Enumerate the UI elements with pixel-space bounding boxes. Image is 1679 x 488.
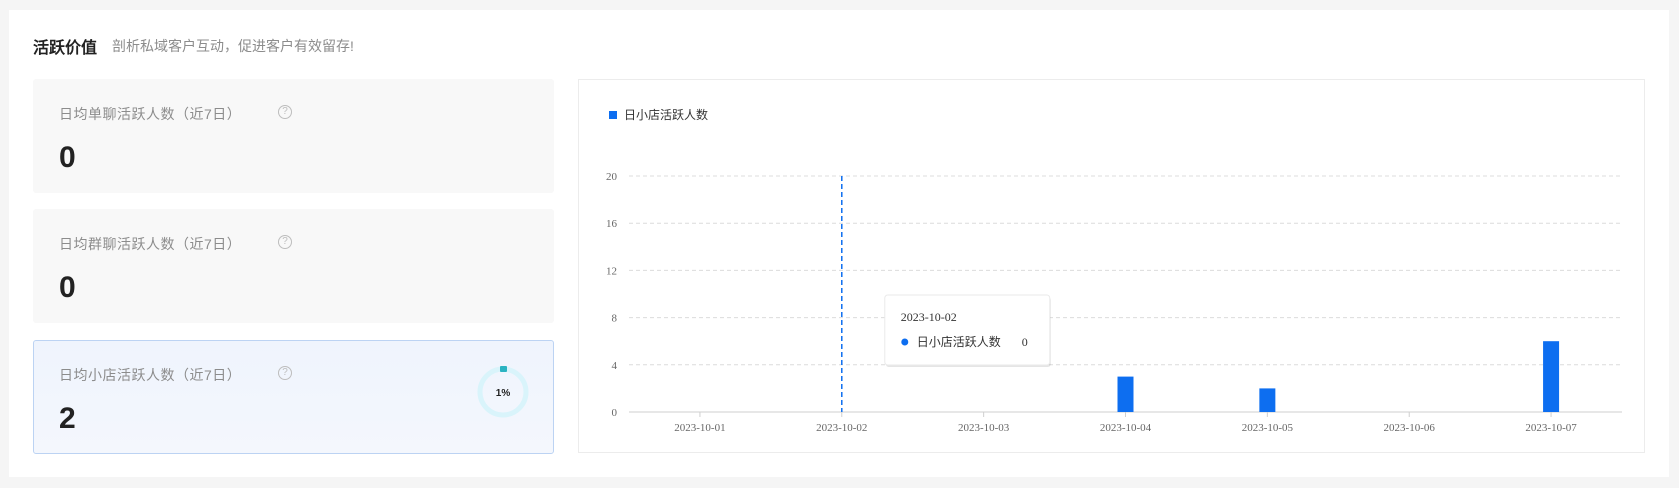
bar (1117, 376, 1134, 412)
stat-card-single-chat: 日均单聊活跃人数（近7日） ? 0 (33, 79, 554, 193)
tooltip-box (884, 294, 1051, 366)
help-icon[interactable]: ? (278, 235, 292, 249)
bar (1543, 341, 1560, 412)
help-icon[interactable]: ? (278, 366, 292, 380)
bar (1259, 388, 1276, 412)
y-tick-label: 4 (612, 360, 618, 372)
tooltip-title: 2023-10-02 (901, 310, 957, 324)
tooltip-series-label: 日小店活跃人数 (917, 334, 1001, 349)
stat-card-group-chat: 日均群聊活跃人数（近7日） ? 0 (33, 209, 554, 323)
section-subtitle: 剖析私域客户互动，促进客户有效留存! (112, 38, 354, 54)
x-tick-label: 2023-10-03 (958, 422, 1010, 434)
legend-label: 日小店活跃人数 (624, 107, 708, 122)
x-tick-label: 2023-10-07 (1525, 422, 1577, 434)
y-tick-label: 8 (612, 313, 618, 325)
shop-active-chart: 日小店活跃人数 0 4 8 12 16 20 2023-10-01 2023-10-02 2023… (578, 79, 1645, 453)
stat-card-label: 日均单聊活跃人数（近7日） (59, 106, 242, 122)
progress-ring-indicator (500, 366, 507, 372)
stat-card-label: 日均小店活跃人数（近7日） (59, 367, 242, 383)
stat-card-label: 日均群聊活跃人数（近7日） (59, 236, 242, 252)
y-tick-label: 20 (606, 171, 618, 183)
help-icon[interactable]: ? (278, 105, 292, 119)
bar-chart: 日小店活跃人数0481216202023-10-01 2023-10-02 2023… (606, 107, 1622, 434)
tooltip-marker (901, 338, 909, 346)
x-tick-label: 2023-10-06 (1384, 422, 1436, 434)
stat-card-value: 2 (59, 402, 76, 435)
progress-ring-label: 1% (496, 388, 511, 399)
section-title: 活跃价值 (33, 40, 98, 57)
stat-card-value: 0 (59, 271, 76, 304)
stat-card-shop[interactable]: 日均小店活跃人数（近7日） ? 2 1% (33, 340, 554, 454)
x-tick-label: 2023-10-02 (816, 422, 867, 434)
y-tick-label: 12 (606, 265, 617, 277)
y-tick-label: 0 (612, 407, 618, 419)
chart-tooltip: 2023-10-02 日小店活跃人数 0 (884, 294, 1051, 367)
stat-card-value: 0 (59, 141, 76, 174)
tooltip-value: 0 (1022, 335, 1028, 349)
y-tick-label: 16 (606, 218, 618, 230)
progress-ring: 1% (477, 366, 529, 418)
x-tick-label: 2023-10-04 (1100, 422, 1152, 434)
x-tick-label: 2023-10-01 (674, 422, 725, 434)
legend-swatch (609, 111, 617, 119)
x-tick-label: 2023-10-05 (1242, 422, 1294, 434)
